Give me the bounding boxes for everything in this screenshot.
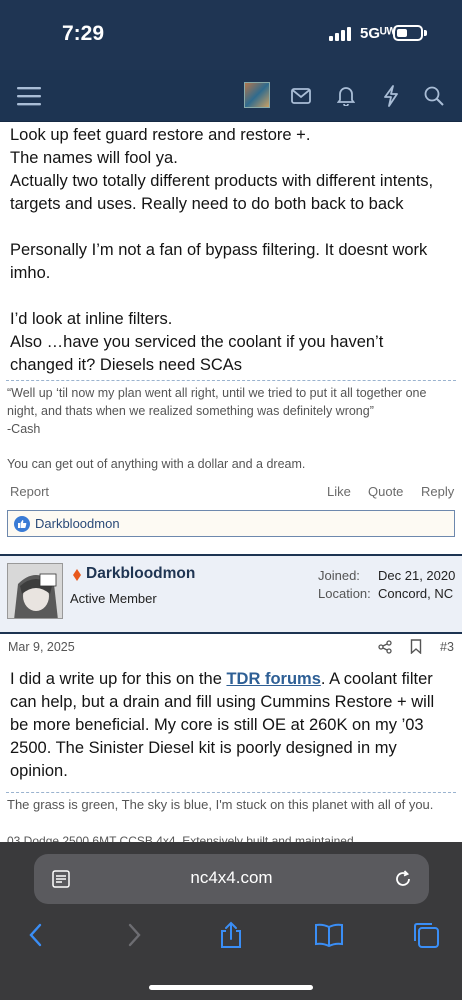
battery-icon [393,25,423,41]
post-number[interactable]: #3 [440,640,454,654]
lightning-icon[interactable] [378,83,404,109]
author-title: Active Member [70,591,157,606]
signature-divider [6,380,456,381]
staff-diamond-icon [73,569,81,581]
post-1-body: Look up feet guard restore and restore +… [10,126,434,374]
bell-icon[interactable] [333,83,359,109]
mail-icon[interactable] [288,83,314,109]
network-type: 5Gᵁᵂ [360,25,397,42]
joined-value: Dec 21, 2020 [378,568,456,583]
back-icon[interactable] [20,920,50,950]
joined-label: Joined: [318,568,360,583]
url-text: nc4x4.com [190,868,273,887]
share-sheet-icon[interactable] [216,920,246,950]
search-icon[interactable] [421,83,447,109]
reaction-user-link[interactable]: Darkbloodmon [35,516,120,531]
tdr-forums-link[interactable]: TDR forums [226,670,320,688]
post-2-date[interactable]: Mar 9, 2025 [8,640,75,654]
forum-navbar [0,70,462,122]
status-time: 7:29 [62,22,105,45]
post-2-truck-info: 03 Dodge 2500 6MT CCSB 4x4. Extensively … [7,834,354,842]
menu-icon[interactable] [16,83,42,109]
author-avatar[interactable] [7,563,63,619]
post-2-tools: #3 [378,638,458,656]
reactions-bar[interactable]: Darkbloodmon [7,510,455,537]
quote-button[interactable]: Quote [368,484,403,499]
forward-icon[interactable] [120,920,150,950]
post-author-bar: Darkbloodmon Active Member Joined: Dec 2… [0,554,462,634]
home-indicator [149,985,313,990]
post-1-actions: Report Like Quote Reply [10,484,454,504]
report-button[interactable]: Report [10,484,49,499]
post-1-signature: “Well up ‘til now my plan went all right… [7,386,427,471]
signal-icon [329,27,351,41]
bookmark-icon[interactable] [410,639,422,654]
address-bar[interactable]: nc4x4.com [34,854,429,904]
location-value: Concord, NC [378,586,454,601]
status-bar: 7:29 5Gᵁᵂ [0,0,462,70]
user-avatar-icon[interactable] [244,82,270,108]
bookmarks-icon[interactable] [314,920,344,950]
thread-content: Look up feet guard restore and restore +… [0,122,462,842]
like-button[interactable]: Like [327,484,351,499]
reply-button[interactable]: Reply [421,484,454,499]
tabs-icon[interactable] [411,920,441,950]
share-icon[interactable] [378,640,392,654]
post-2-signature: The grass is green, The sky is blue, I'm… [7,797,434,812]
reload-icon[interactable] [393,869,413,889]
location-label: Location: [318,586,371,601]
browser-toolbar: nc4x4.com [0,842,462,1000]
signature-divider [6,792,456,793]
post-2-body: I did a write up for this on the TDR for… [10,670,435,780]
thumbs-up-icon [14,516,30,532]
author-username[interactable]: Darkbloodmon [86,565,195,583]
